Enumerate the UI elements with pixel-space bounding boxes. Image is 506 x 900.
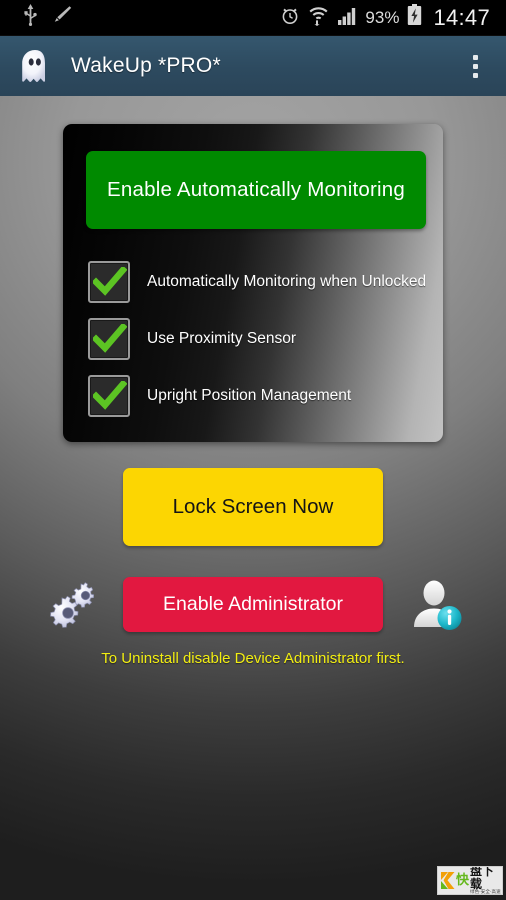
- enable-administrator-button[interactable]: Enable Administrator: [123, 577, 383, 632]
- battery-charging-icon: [407, 4, 422, 31]
- action-bar: WakeUp *PRO*: [0, 36, 506, 96]
- alarm-clock-icon: [280, 5, 300, 31]
- monitoring-options-card: Enable Automatically Monitoring Automati…: [63, 124, 443, 442]
- pencil-icon: [51, 4, 73, 31]
- gears-icon[interactable]: [43, 578, 99, 630]
- status-bar-right-icons: 93% 14:47: [280, 4, 494, 31]
- watermark-main-text: 盘下载: [470, 866, 494, 892]
- wifi-icon: [308, 5, 329, 31]
- page-title: WakeUp *PRO*: [71, 54, 221, 77]
- usb-icon: [24, 4, 37, 31]
- watermark-sub-text: 绿色·安全·高速: [470, 889, 501, 895]
- ghost-icon: [14, 45, 56, 87]
- checkbox-upright-position-management[interactable]: [88, 375, 130, 417]
- lock-screen-now-button[interactable]: Lock Screen Now: [123, 468, 383, 546]
- checkbox-use-proximity-sensor[interactable]: [88, 318, 130, 360]
- watermark-kuai-text: 快: [456, 873, 470, 888]
- battery-percent-label: 93%: [365, 7, 400, 27]
- clock-label: 14:47: [433, 4, 490, 30]
- checkbox-row-upright-position-management[interactable]: Upright Position Management: [88, 375, 351, 417]
- status-bar: 93% 14:47: [0, 0, 506, 36]
- watermark: 快 盘下载 绿色·安全·高速: [437, 866, 503, 895]
- cell-signal-icon: [337, 6, 357, 30]
- uninstall-warning-text: To Uninstall disable Device Administrato…: [101, 650, 405, 667]
- checkbox-automatically-monitoring-when-unlocked[interactable]: [88, 261, 130, 303]
- checkbox-label: Upright Position Management: [147, 387, 352, 404]
- status-bar-left-icons: [12, 4, 73, 31]
- administrator-row: Enable Administrator: [0, 577, 506, 633]
- overflow-dot: [473, 72, 478, 78]
- overflow-dot: [473, 63, 478, 69]
- checkbox-row-automatically-monitoring-when-unlocked[interactable]: Automatically Monitoring when Unlocked: [88, 261, 426, 303]
- checkbox-label: Use Proximity Sensor: [147, 330, 297, 347]
- main-content: Enable Automatically Monitoring Automati…: [0, 96, 506, 900]
- enable-automatically-monitoring-button[interactable]: Enable Automatically Monitoring: [86, 151, 426, 229]
- overflow-dot: [473, 54, 478, 60]
- watermark-logo-icon: [440, 871, 456, 890]
- overflow-menu-icon[interactable]: [467, 49, 484, 84]
- checkbox-row-use-proximity-sensor[interactable]: Use Proximity Sensor: [88, 318, 296, 360]
- checkbox-label: Automatically Monitoring when Unlocked: [147, 273, 427, 290]
- watermark-text-group: 盘下载 绿色·安全·高速: [470, 866, 502, 895]
- user-info-icon[interactable]: [407, 577, 465, 633]
